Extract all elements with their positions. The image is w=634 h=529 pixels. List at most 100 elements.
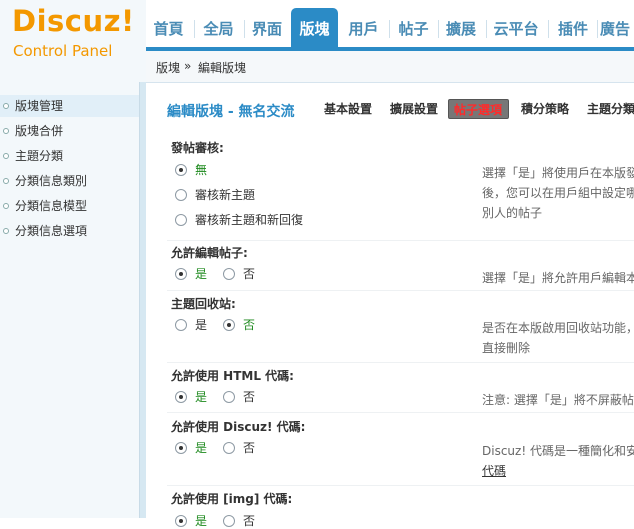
- section-description: 注意: 選擇「是」將不屏蔽帖: [482, 390, 634, 410]
- tab-post-options[interactable]: 帖子選項: [448, 99, 509, 119]
- radio-button[interactable]: [175, 515, 187, 527]
- sidebar: 版塊管理 版塊合併 主題分類 分類信息類別 分類信息模型 分類信息選項: [0, 82, 139, 518]
- description-line: 是否在本版啟用回收站功能，: [482, 321, 634, 335]
- sidebar-divider: [139, 82, 146, 518]
- sidebar-item-label: 主題分類: [15, 149, 64, 163]
- bullet-icon: [3, 153, 9, 159]
- section-title-recycle-bin: 主題回收站:: [171, 297, 236, 311]
- section-description: 選擇「是」將使用戶在本版發 後，您可以在用戶組中設定哪 別人的帖子: [482, 163, 634, 223]
- nav-item-home[interactable]: 首頁: [146, 8, 191, 48]
- sidebar-item-sort-option[interactable]: 分類信息選項: [0, 220, 139, 242]
- sidebar-item-label: 分類信息模型: [15, 199, 88, 213]
- bullet-icon: [3, 203, 9, 209]
- description-line: Discuz! 代碼是一種簡化和安: [482, 444, 634, 458]
- tab-thread-types[interactable]: 主題分類: [587, 99, 634, 119]
- nav-divider: [548, 20, 549, 38]
- nav-item-plugin[interactable]: 插件: [551, 8, 595, 48]
- logo-area: Discuz! Control Panel: [0, 0, 146, 82]
- radio-button[interactable]: [175, 214, 187, 226]
- tab-credits[interactable]: 積分策略: [521, 99, 569, 119]
- radio-button[interactable]: [223, 442, 235, 454]
- radio-button[interactable]: [175, 268, 187, 280]
- section-title-allow-html: 允許使用 HTML 代碼:: [171, 369, 294, 383]
- logo-wordmark: Discuz!: [12, 4, 135, 38]
- sidebar-item-forum-merge[interactable]: 版塊合併: [0, 120, 139, 142]
- bullet-icon: [3, 178, 9, 184]
- nav-divider: [194, 20, 195, 38]
- nav-item-extended[interactable]: 擴展: [438, 8, 484, 48]
- section-description: 選擇「是」將允許用戶編輯本: [482, 268, 634, 288]
- nav-divider: [389, 20, 390, 38]
- bullet-icon: [3, 128, 9, 134]
- nav-item-cloud[interactable]: 云平台: [487, 8, 545, 48]
- bullet-icon: [3, 103, 9, 109]
- radio-button[interactable]: [175, 189, 187, 201]
- radio-label: 否: [243, 441, 256, 455]
- sidebar-item-label: 版塊管理: [15, 99, 64, 113]
- section-title-allow-imgcode: 允許使用 [img] 代碼:: [171, 492, 293, 506]
- row-divider: [167, 485, 634, 486]
- description-line: 選擇「是」將允許用戶編輯本: [482, 271, 634, 285]
- breadcrumb-separator: »: [184, 59, 192, 73]
- breadcrumb-root[interactable]: 版塊: [156, 59, 180, 76]
- nav-divider: [597, 20, 598, 38]
- sidebar-item-label: 版塊合併: [15, 124, 64, 138]
- nav-item-user[interactable]: 用戶: [341, 8, 386, 48]
- bullet-icon: [3, 228, 9, 234]
- radio-label: 審核新主題: [195, 188, 256, 202]
- tab-basic[interactable]: 基本設置: [324, 99, 372, 119]
- description-line: 選擇「是」將使用戶在本版發: [482, 166, 634, 180]
- radio-button[interactable]: [175, 319, 187, 331]
- description-link[interactable]: 代碼: [482, 464, 506, 478]
- section-title-allow-edit: 允許編輯帖子:: [171, 246, 248, 260]
- breadcrumb-current: 編輯版塊: [198, 61, 247, 75]
- nav-item-style[interactable]: 界面: [245, 8, 289, 48]
- section-description: 是否在本版啟用回收站功能， 直接刪除: [482, 318, 634, 358]
- sidebar-item-sort-model[interactable]: 分類信息模型: [0, 195, 139, 217]
- logo-subtitle: Control Panel: [13, 42, 113, 60]
- radio-label: 否: [243, 318, 256, 332]
- tab-extended[interactable]: 擴展設置: [390, 99, 438, 119]
- radio-label: 審核新主題和新回復: [195, 213, 304, 227]
- radio-button[interactable]: [175, 442, 187, 454]
- sidebar-item-label: 分類信息類別: [15, 174, 88, 188]
- radio-label: 否: [243, 390, 256, 404]
- radio-button[interactable]: [223, 515, 235, 527]
- sidebar-item-forum-manage[interactable]: 版塊管理: [0, 95, 139, 117]
- radio-label: 是: [195, 514, 208, 528]
- breadcrumb: 版塊 » 編輯版塊: [146, 51, 634, 83]
- radio-label: 否: [243, 514, 256, 528]
- radio-label: 是: [195, 267, 208, 281]
- radio-button[interactable]: [175, 164, 187, 176]
- radio-label: 無: [195, 163, 208, 177]
- radio-label: 是: [195, 318, 208, 332]
- radio-button[interactable]: [223, 391, 235, 403]
- description-line: 後，您可以在用戶組中設定哪: [482, 186, 634, 200]
- row-divider: [167, 290, 634, 291]
- page-title: 編輯版塊 - 無名交流: [167, 104, 295, 120]
- main-content: 編輯版塊 - 無名交流 基本設置 擴展設置 帖子選項 積分策略 主題分類 發帖審…: [146, 83, 634, 528]
- nav-item-topic[interactable]: 帖子: [391, 8, 436, 48]
- radio-button[interactable]: [223, 268, 235, 280]
- sidebar-item-thread-types[interactable]: 主題分類: [0, 145, 139, 167]
- radio-label: 否: [243, 267, 256, 281]
- section-title-allow-discuzcode: 允許使用 Discuz! 代碼:: [171, 420, 306, 434]
- radio-button[interactable]: [223, 319, 235, 331]
- radio-label: 是: [195, 441, 208, 455]
- row-divider: [167, 240, 634, 241]
- nav-item-global[interactable]: 全局: [196, 8, 241, 48]
- row-divider: [167, 412, 634, 413]
- description-line: 直接刪除: [482, 341, 531, 355]
- sidebar-item-sort-category[interactable]: 分類信息類別: [0, 170, 139, 192]
- description-line: 代碼: [482, 461, 634, 481]
- section-title-moderation: 發帖審核:: [171, 141, 224, 155]
- nav-item-forum[interactable]: 版塊: [291, 8, 338, 48]
- nav-item-ads[interactable]: 廣告: [600, 8, 634, 48]
- sidebar-item-label: 分類信息選項: [15, 224, 88, 238]
- description-line: 別人的帖子: [482, 206, 543, 220]
- description-line: 注意: 選擇「是」將不屏蔽帖: [482, 393, 634, 407]
- radio-button[interactable]: [175, 391, 187, 403]
- radio-label: 是: [195, 390, 208, 404]
- row-divider: [167, 362, 634, 363]
- section-description: Discuz! 代碼是一種簡化和安 代碼: [482, 441, 634, 481]
